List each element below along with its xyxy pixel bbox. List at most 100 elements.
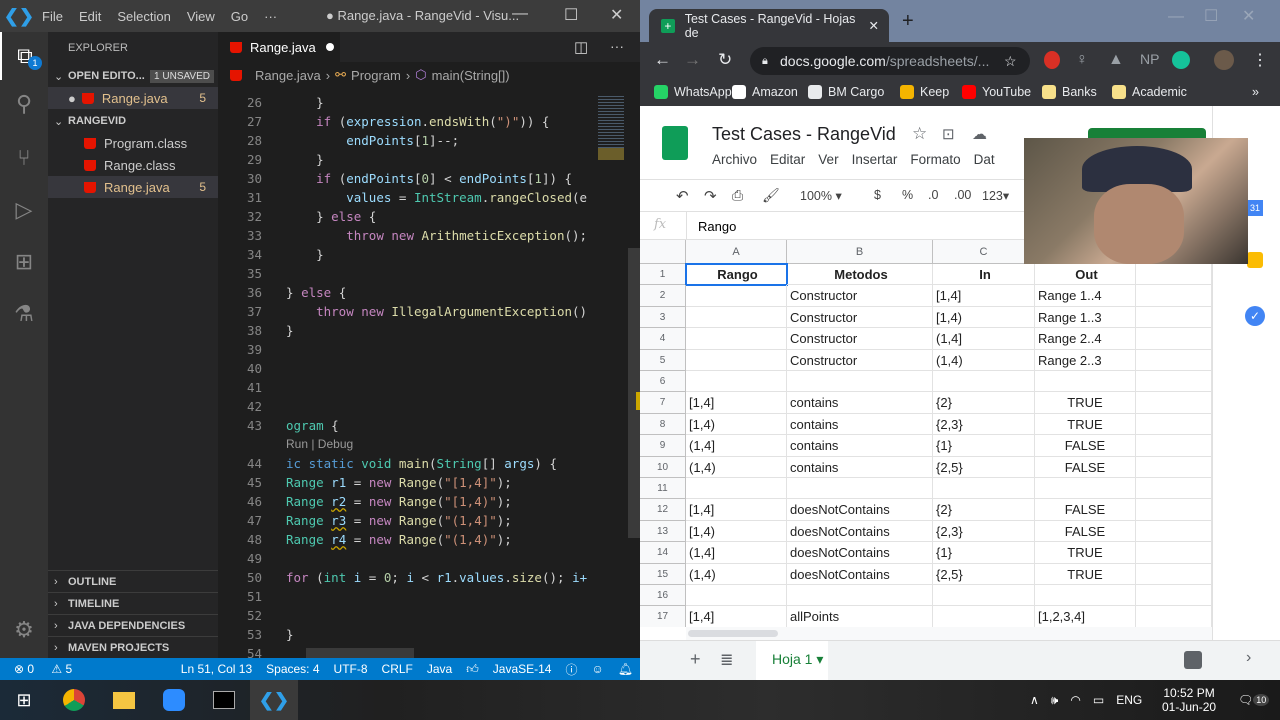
code-line[interactable]: } — [286, 321, 294, 340]
table-cell[interactable]: contains — [787, 456, 933, 478]
code-line[interactable]: throw new IllegalArgumentException() — [286, 302, 587, 321]
breadcrumb-method[interactable]: main(String[]) — [432, 68, 510, 83]
table-cell[interactable]: (1,4] — [686, 542, 787, 564]
code-line[interactable]: ic static void main(String[] args) { — [286, 454, 557, 473]
open-editor-range-java[interactable]: ● Range.java 5 — [48, 87, 218, 109]
java-runtime[interactable]: JavaSE-14 — [486, 662, 559, 676]
table-cell[interactable]: TRUE — [1035, 392, 1136, 414]
table-cell[interactable]: {2,5} — [933, 563, 1035, 585]
drive-extension-icon[interactable]: ▲ — [1108, 51, 1124, 69]
bell-icon[interactable]: 🔔︎ — [611, 662, 640, 676]
code-line[interactable]: throw new ArithmeticException(); — [286, 226, 587, 245]
table-cell[interactable] — [1136, 499, 1212, 521]
table-cell[interactable] — [1136, 306, 1212, 329]
table-cell[interactable]: Range 2..3 — [1035, 349, 1136, 371]
table-cell[interactable] — [933, 585, 1035, 607]
code-editor[interactable]: 26 } 27 if (expression.endsWith(")")) {28… — [218, 88, 598, 658]
settings-gear-icon[interactable]: ⚙ — [0, 606, 48, 654]
testing-icon[interactable]: ⚗ — [0, 290, 48, 338]
table-cell[interactable]: {2,3} — [933, 520, 1035, 543]
table-cell[interactable]: (1,4) — [933, 349, 1035, 371]
table-cell[interactable] — [787, 585, 933, 607]
table-cell[interactable]: [1,4) — [686, 413, 787, 436]
row-header[interactable]: 6 — [640, 371, 686, 393]
minimize-button[interactable]: — — [512, 5, 528, 23]
table-cell[interactable]: {2,3} — [933, 413, 1035, 436]
table-cell[interactable] — [1136, 520, 1212, 543]
table-cell[interactable] — [686, 371, 787, 393]
table-cell[interactable]: {1} — [933, 435, 1035, 457]
row-header[interactable]: 4 — [640, 328, 686, 350]
table-cell[interactable]: Out — [1035, 264, 1136, 286]
table-cell[interactable]: (1,4) — [686, 563, 787, 585]
table-cell[interactable]: {2,5} — [933, 456, 1035, 478]
row-header[interactable]: 11 — [640, 478, 686, 500]
menu-ver[interactable]: Ver — [818, 152, 838, 167]
row-header[interactable]: 7 — [640, 392, 686, 414]
increase-decimals-button[interactable]: .00 — [954, 188, 971, 202]
thumbs-up-icon[interactable]: 👍︎ — [459, 662, 486, 677]
code-line[interactable]: if (endPoints[0] < endPoints[1]) { — [286, 169, 572, 188]
code-line[interactable]: } — [286, 625, 294, 644]
select-all-corner[interactable] — [640, 240, 686, 264]
bookmark-bm-cargo[interactable]: BM Cargo — [808, 85, 884, 99]
table-cell[interactable]: Constructor — [787, 306, 933, 329]
row-header[interactable]: 3 — [640, 306, 686, 329]
table-cell[interactable]: [1,4] — [686, 606, 787, 627]
table-cell[interactable] — [1136, 328, 1212, 350]
calendar-icon[interactable]: 31 — [1247, 200, 1263, 216]
clock[interactable]: 10:52 PM 01-Jun-20 — [1162, 680, 1216, 720]
keep-extension-icon[interactable]: ♀ — [1076, 51, 1088, 69]
minimize-button[interactable]: — — [1168, 8, 1184, 26]
table-cell[interactable]: [1,2,3,4] — [1035, 606, 1136, 627]
zoom-app-icon[interactable] — [150, 680, 198, 720]
table-cell[interactable] — [787, 371, 933, 393]
table-cell[interactable] — [686, 306, 787, 329]
table-cell[interactable] — [1136, 478, 1212, 500]
more-actions-icon[interactable]: ··· — [610, 38, 624, 54]
code-line[interactable]: Range r4 = new Range("(1,4)"); — [286, 530, 512, 549]
bookmark-academic[interactable]: Academic — [1112, 85, 1187, 99]
feedback-icon[interactable]: ☺ — [585, 662, 611, 676]
close-button[interactable]: ✕ — [1242, 6, 1255, 26]
paint-format-icon[interactable]: 🖌︎ — [762, 187, 780, 204]
file-range-java[interactable]: Range.java 5 — [48, 176, 218, 198]
codelens-run-debug[interactable]: Run | Debug — [286, 435, 353, 454]
bookmark-whatsapp[interactable]: WhatsApp — [654, 85, 732, 99]
code-line[interactable]: } else { — [286, 207, 376, 226]
table-cell[interactable]: TRUE — [1035, 563, 1136, 585]
expand-panel-icon[interactable]: › — [1246, 649, 1251, 667]
source-control-icon[interactable]: ⑂ — [0, 134, 48, 182]
code-line[interactable]: ogram { — [286, 416, 339, 435]
table-cell[interactable] — [787, 478, 933, 500]
grid-horizontal-scrollbar[interactable] — [686, 627, 1225, 640]
np-extension-icon[interactable]: NP — [1140, 51, 1159, 67]
add-sheet-icon[interactable]: + — [690, 649, 701, 670]
search-icon[interactable]: ⚲ — [0, 80, 48, 128]
grammarly-extension-icon[interactable] — [1172, 51, 1190, 69]
table-cell[interactable]: TRUE — [1035, 542, 1136, 564]
maven-projects-section[interactable]: › MAVEN PROJECTS — [48, 636, 218, 658]
column-header[interactable]: A — [686, 240, 787, 264]
code-line[interactable]: endPoints[1]--; — [286, 131, 459, 150]
row-header[interactable]: 2 — [640, 285, 686, 307]
keep-icon[interactable] — [1247, 252, 1263, 268]
table-cell[interactable]: {2} — [933, 392, 1035, 414]
table-cell[interactable]: allPoints — [787, 606, 933, 627]
table-cell[interactable] — [1136, 392, 1212, 414]
table-cell[interactable] — [686, 328, 787, 350]
table-cell[interactable] — [686, 478, 787, 500]
split-editor-icon[interactable]: ◫ — [574, 38, 588, 56]
start-windows-icon[interactable]: ⊞ — [0, 680, 48, 720]
table-cell[interactable]: doesNotContains — [787, 563, 933, 585]
table-cell[interactable] — [1136, 264, 1212, 286]
browser-tab[interactable]: + Test Cases - RangeVid - Hojas de ✕ — [649, 9, 889, 42]
indentation[interactable]: Spaces: 4 — [259, 662, 326, 676]
encoding[interactable]: UTF-8 — [327, 662, 375, 676]
table-cell[interactable]: [1,4] — [933, 285, 1035, 307]
chrome-taskbar-icon[interactable] — [50, 680, 98, 720]
redo-icon[interactable]: ↷ — [704, 187, 717, 205]
code-line[interactable]: values = IntStream.rangeClosed(e — [286, 188, 587, 207]
address-bar[interactable]: 🔒︎ docs.google.com/spreadsheets/... ☆ — [750, 47, 1030, 75]
row-header[interactable]: 5 — [640, 349, 686, 371]
